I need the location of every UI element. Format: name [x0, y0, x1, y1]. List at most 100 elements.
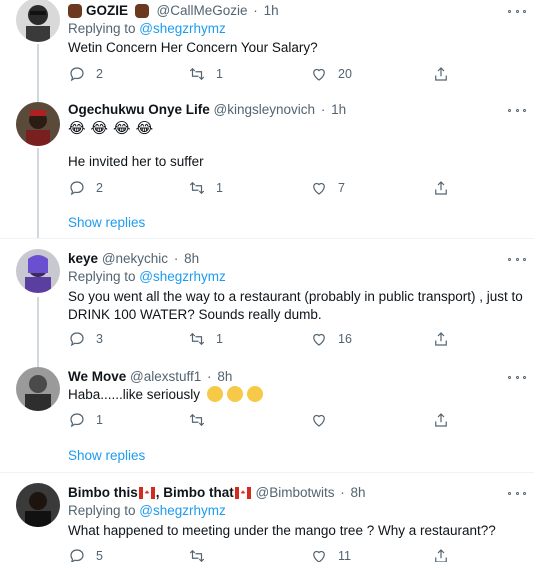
share-button[interactable]	[432, 546, 450, 562]
like-count: 20	[338, 67, 352, 81]
reply-count: 2	[96, 67, 103, 81]
tweet-we-move[interactable]: We Move @alexstuff1 · 8h Haba......like …	[0, 359, 534, 471]
tweet-actions: 5 11	[68, 546, 468, 562]
avatar[interactable]	[16, 102, 60, 146]
avatar[interactable]	[16, 367, 60, 411]
share-icon	[435, 67, 447, 81]
like-button[interactable]: 7	[310, 178, 345, 198]
username[interactable]: @nekychic	[102, 251, 168, 266]
share-button[interactable]	[432, 64, 450, 84]
like-count: 16	[338, 332, 352, 346]
show-replies-link[interactable]: Show replies	[68, 447, 145, 465]
reply-button[interactable]: 3	[68, 329, 103, 349]
tweet-actions: 1	[68, 410, 468, 430]
avatar[interactable]	[16, 0, 60, 42]
timestamp[interactable]: 8h	[184, 251, 199, 266]
mention-link[interactable]: @shegzrhymz	[139, 21, 225, 36]
show-replies-link[interactable]: Show replies	[68, 214, 145, 232]
retweet-count: 1	[216, 181, 223, 195]
reply-icon	[70, 67, 84, 82]
thread-line	[37, 90, 39, 102]
tweet-ogechukwu[interactable]: Ogechukwu Onye Life @kingsleynovich · 1h…	[0, 90, 534, 238]
tweet-keye[interactable]: keye @nekychic · 8h Replying to @shegzrh…	[0, 239, 534, 359]
retweet-icon	[189, 413, 205, 427]
replying-to: Replying to @shegzrhymz	[68, 20, 226, 38]
reply-button[interactable]: 2	[68, 178, 103, 198]
tweet-gozie[interactable]: GOZIE @CallMeGozie · 1h Replying to @she…	[0, 0, 534, 90]
retweet-button[interactable]: 1	[188, 178, 223, 198]
like-icon	[313, 68, 325, 81]
more-options-icon[interactable]	[508, 372, 526, 382]
tweet-bimbo[interactable]: Bimbo this, Bimbo that @Bimbotwits · 8h …	[0, 473, 534, 562]
username[interactable]: @CallMeGozie	[157, 3, 248, 18]
tweet-header: Ogechukwu Onye Life @kingsleynovich · 1h	[68, 100, 346, 120]
more-options-icon[interactable]	[508, 488, 526, 498]
reply-icon	[70, 413, 84, 428]
username[interactable]: @alexstuff1	[130, 369, 201, 384]
tweet-text-content: Haba......like seriously	[68, 387, 201, 402]
like-button[interactable]: 16	[310, 329, 352, 349]
replying-to-label: Replying to	[68, 21, 140, 36]
reply-button[interactable]: 2	[68, 64, 103, 84]
thread-line	[37, 44, 39, 90]
share-button[interactable]	[432, 329, 450, 349]
retweet-button[interactable]	[188, 546, 206, 562]
timestamp[interactable]: 1h	[264, 3, 279, 18]
separator-dot: ·	[253, 3, 258, 18]
reply-icon	[70, 181, 84, 196]
retweet-button[interactable]: 1	[188, 64, 223, 84]
display-name[interactable]: keye	[68, 251, 98, 266]
reply-count: 3	[96, 332, 103, 346]
retweet-button[interactable]	[188, 410, 206, 430]
display-name[interactable]: GOZIE	[86, 3, 128, 18]
tweet-text: He invited her to suffer	[68, 154, 204, 169]
display-name[interactable]: Bimbo this , Bimbo that	[68, 485, 252, 500]
more-options-icon[interactable]	[508, 105, 526, 115]
tweet-text: Wetin Concern Her Concern Your Salary?	[68, 40, 318, 55]
timestamp[interactable]: 8h	[351, 485, 366, 500]
tweet-text: Haba......like seriously	[68, 386, 528, 404]
replying-to: Replying to @shegzrhymz	[68, 502, 226, 520]
reply-count: 2	[96, 181, 103, 195]
like-button[interactable]	[310, 410, 328, 430]
like-icon	[313, 550, 325, 562]
thread-line	[37, 148, 39, 238]
retweet-count: 1	[216, 332, 223, 346]
avatar[interactable]	[16, 249, 60, 293]
tweet-header: keye @nekychic · 8h	[68, 249, 199, 269]
replies-feed: GOZIE @CallMeGozie · 1h Replying to @she…	[0, 0, 534, 562]
thread-line	[37, 297, 39, 359]
fist-emoji-icon	[134, 4, 149, 18]
tweet-header: GOZIE @CallMeGozie · 1h	[68, 1, 279, 21]
more-options-icon[interactable]	[508, 6, 526, 16]
separator-dot: ·	[320, 102, 326, 117]
mention-link[interactable]: @shegzrhymz	[139, 269, 225, 284]
mention-link[interactable]: @shegzrhymz	[139, 503, 225, 518]
share-button[interactable]	[432, 178, 450, 198]
like-icon	[313, 333, 325, 346]
tweet-header: We Move @alexstuff1 · 8h	[68, 367, 232, 387]
display-name[interactable]: We Move	[68, 369, 126, 384]
retweet-button[interactable]: 1	[188, 329, 223, 349]
more-options-icon[interactable]	[508, 254, 526, 264]
eye-roll-emoji-icon	[206, 386, 223, 402]
username[interactable]: @Bimbotwits	[256, 485, 335, 500]
replying-to-label: Replying to	[68, 269, 140, 284]
username[interactable]: @kingsleynovich	[214, 102, 316, 117]
separator-dot: ·	[340, 485, 345, 500]
reply-button[interactable]: 5	[68, 546, 103, 562]
display-name[interactable]: Ogechukwu Onye Life	[68, 102, 210, 117]
retweet-icon	[189, 67, 205, 81]
reply-button[interactable]: 1	[68, 410, 103, 430]
tweet-header: Bimbo this , Bimbo that @Bimbotwits · 8h	[68, 483, 366, 503]
share-button[interactable]	[432, 410, 450, 430]
separator-dot: ·	[173, 251, 179, 266]
retweet-count: 1	[216, 67, 223, 81]
share-icon	[435, 413, 447, 427]
like-button[interactable]: 20	[310, 64, 352, 84]
separator-dot: ·	[207, 369, 212, 384]
avatar[interactable]	[16, 483, 60, 527]
timestamp[interactable]: 8h	[217, 369, 232, 384]
like-button[interactable]: 11	[310, 546, 351, 562]
timestamp[interactable]: 1h	[331, 102, 346, 117]
